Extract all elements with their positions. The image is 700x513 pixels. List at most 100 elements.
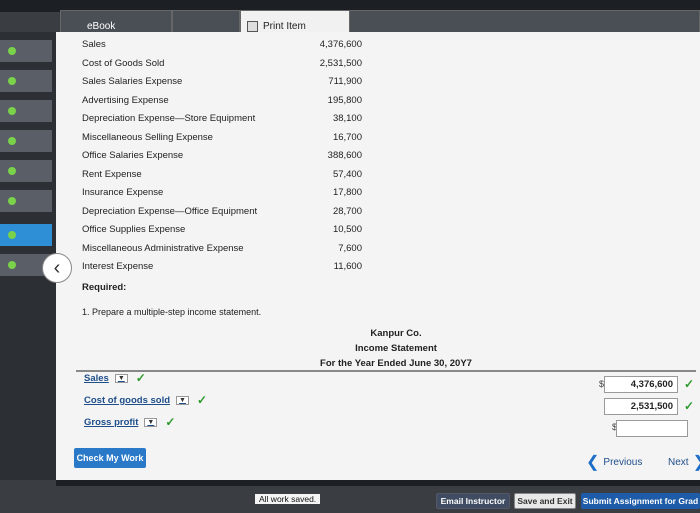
footer-strip xyxy=(56,480,700,486)
complete-dot-icon xyxy=(8,231,16,239)
complete-dot-icon xyxy=(8,77,16,85)
chevron-down-icon: ▼ xyxy=(144,417,158,427)
account-name: Office Supplies Expense xyxy=(82,224,186,235)
chevron-left-icon: ❮ xyxy=(586,454,600,471)
instruction-text: 1. Prepare a multiple-step income statem… xyxy=(82,307,262,317)
account-name: Depreciation Expense—Store Equipment xyxy=(82,113,256,124)
tab-ebook-label: eBook xyxy=(87,21,116,32)
check-icon: ✓ xyxy=(135,371,146,385)
save-status: All work saved. xyxy=(255,494,321,504)
account-amount: 10,500 xyxy=(332,224,362,235)
chevron-right-icon: ❯ xyxy=(693,452,700,472)
account-row: Depreciation Expense—Store Equipment 38,1… xyxy=(82,110,362,129)
nav-item-3[interactable] xyxy=(0,100,52,122)
statement-period: For the Year Ended June 30, 20Y7 xyxy=(320,358,472,369)
account-row: Insurance Expense 17,800 xyxy=(82,184,362,203)
next-label: Next xyxy=(668,456,689,468)
line-gross: Gross profit ▼ ✓ xyxy=(84,414,175,430)
account-amount: 711,900 xyxy=(328,76,362,87)
account-amount: 11,600 xyxy=(333,261,362,272)
line-cogs: Cost of goods sold ▼ ✓ xyxy=(84,392,207,408)
previous-button[interactable]: ❮ Previous xyxy=(586,452,642,472)
account-name: Sales Salaries Expense xyxy=(82,76,183,87)
check-my-work-button[interactable]: Check My Work xyxy=(74,448,146,468)
check-icon: ✓ xyxy=(196,393,208,407)
account-row: Rent Expense 57,400 xyxy=(82,166,362,185)
question-panel: Sales 4,376,600 Cost of Goods Sold 2,531,50… xyxy=(56,32,700,480)
account-name: Advertising Expense xyxy=(82,94,169,106)
account-list: Sales 4,376,600 Cost of Goods Sold 2,531,50… xyxy=(82,36,362,277)
nav-item-2[interactable] xyxy=(0,70,52,92)
complete-dot-icon xyxy=(8,47,16,55)
nav-item-7[interactable] xyxy=(0,224,52,246)
line-sales: Sales ▼ ✓ xyxy=(84,370,146,386)
chevron-down-icon: ▼ xyxy=(176,395,189,405)
statement-divider xyxy=(76,370,696,372)
account-name: Sales xyxy=(82,39,106,50)
account-name: Cost of Goods Sold xyxy=(82,57,165,69)
sales-select-value: Sales xyxy=(84,372,109,384)
sales-amount-input[interactable]: 4,376,600 xyxy=(604,376,678,393)
statement-title: Income Statement xyxy=(355,343,437,354)
account-amount: 4,376,600 xyxy=(319,39,362,50)
complete-dot-icon xyxy=(8,107,16,115)
next-button[interactable]: Next ❯ xyxy=(668,452,700,472)
submit-assignment-button[interactable]: Submit Assignment for Grad xyxy=(581,493,700,509)
account-row: Advertising Expense 195,800 xyxy=(82,92,362,111)
account-row: Office Supplies Expense 10,500 xyxy=(82,221,362,240)
account-amount: 195,800 xyxy=(327,94,362,106)
account-amount: 7,600 xyxy=(338,242,362,254)
account-row: Interest Expense 11,600 xyxy=(82,258,362,277)
account-name: Miscellaneous Selling Expense xyxy=(82,131,213,143)
complete-dot-icon xyxy=(8,137,16,145)
account-name: Rent Expense xyxy=(82,168,142,180)
account-row: Office Salaries Expense 388,600 xyxy=(82,147,362,166)
account-row: Sales Salaries Expense 711,900 xyxy=(82,73,362,92)
check-icon: ✓ xyxy=(683,399,694,413)
account-amount: 38,100 xyxy=(332,113,362,124)
chevron-left-icon: ‹ xyxy=(53,256,61,279)
tab-print-label: Print Item xyxy=(263,21,306,32)
account-name: Interest Expense xyxy=(82,261,154,272)
check-icon: ✓ xyxy=(165,415,176,429)
email-instructor-button[interactable]: Email Instructor xyxy=(436,493,510,509)
print-icon xyxy=(247,21,258,32)
account-amount: 16,700 xyxy=(332,131,362,143)
account-amount: 28,700 xyxy=(332,205,362,217)
nav-item-6[interactable] xyxy=(0,190,52,212)
cogs-amount-input[interactable]: 2,531,500 xyxy=(604,398,678,415)
sales-select[interactable]: Sales ▼ xyxy=(84,373,128,384)
statement-company: Kanpur Co. xyxy=(370,328,422,339)
account-name: Insurance Expense xyxy=(82,187,164,198)
gross-select-value: Gross profit xyxy=(84,416,139,428)
account-amount: 2,531,500 xyxy=(319,57,362,69)
cogs-select[interactable]: Cost of goods sold ▼ xyxy=(84,395,189,406)
account-name: Office Salaries Expense xyxy=(82,150,184,161)
account-row: Sales 4,376,600 xyxy=(82,36,362,55)
gross-amount-input[interactable] xyxy=(616,420,688,437)
previous-label: Previous xyxy=(603,456,643,468)
complete-dot-icon xyxy=(8,167,16,175)
cogs-select-value: Cost of goods sold xyxy=(84,394,171,406)
nav-item-4[interactable] xyxy=(0,130,52,152)
account-amount: 57,400 xyxy=(332,168,362,180)
account-name: Depreciation Expense—Office Equipment xyxy=(82,205,258,217)
chevron-down-icon: ▼ xyxy=(114,373,128,383)
account-row: Depreciation Expense—Office Equipment 28,… xyxy=(82,203,362,222)
footer-bar: All work saved. Email Instructor Save an… xyxy=(0,480,700,513)
required-label: Required: xyxy=(82,282,127,293)
collapse-nav-button[interactable]: ‹ xyxy=(42,253,72,283)
account-amount: 388,600 xyxy=(327,150,362,161)
account-row: Cost of Goods Sold 2,531,500 xyxy=(82,55,362,74)
account-name: Miscellaneous Administrative Expense xyxy=(82,242,244,254)
account-amount: 17,800 xyxy=(332,187,362,198)
nav-item-1[interactable] xyxy=(0,40,52,62)
gross-select[interactable]: Gross profit ▼ xyxy=(84,416,158,428)
nav-item-5[interactable] xyxy=(0,160,52,182)
account-row: Miscellaneous Administrative Expense 7,60… xyxy=(82,240,362,259)
complete-dot-icon xyxy=(8,197,16,205)
account-row: Miscellaneous Selling Expense 16,700 xyxy=(82,129,362,148)
save-and-exit-button[interactable]: Save and Exit xyxy=(514,493,576,509)
check-icon: ✓ xyxy=(683,377,694,391)
complete-dot-icon xyxy=(8,261,16,269)
